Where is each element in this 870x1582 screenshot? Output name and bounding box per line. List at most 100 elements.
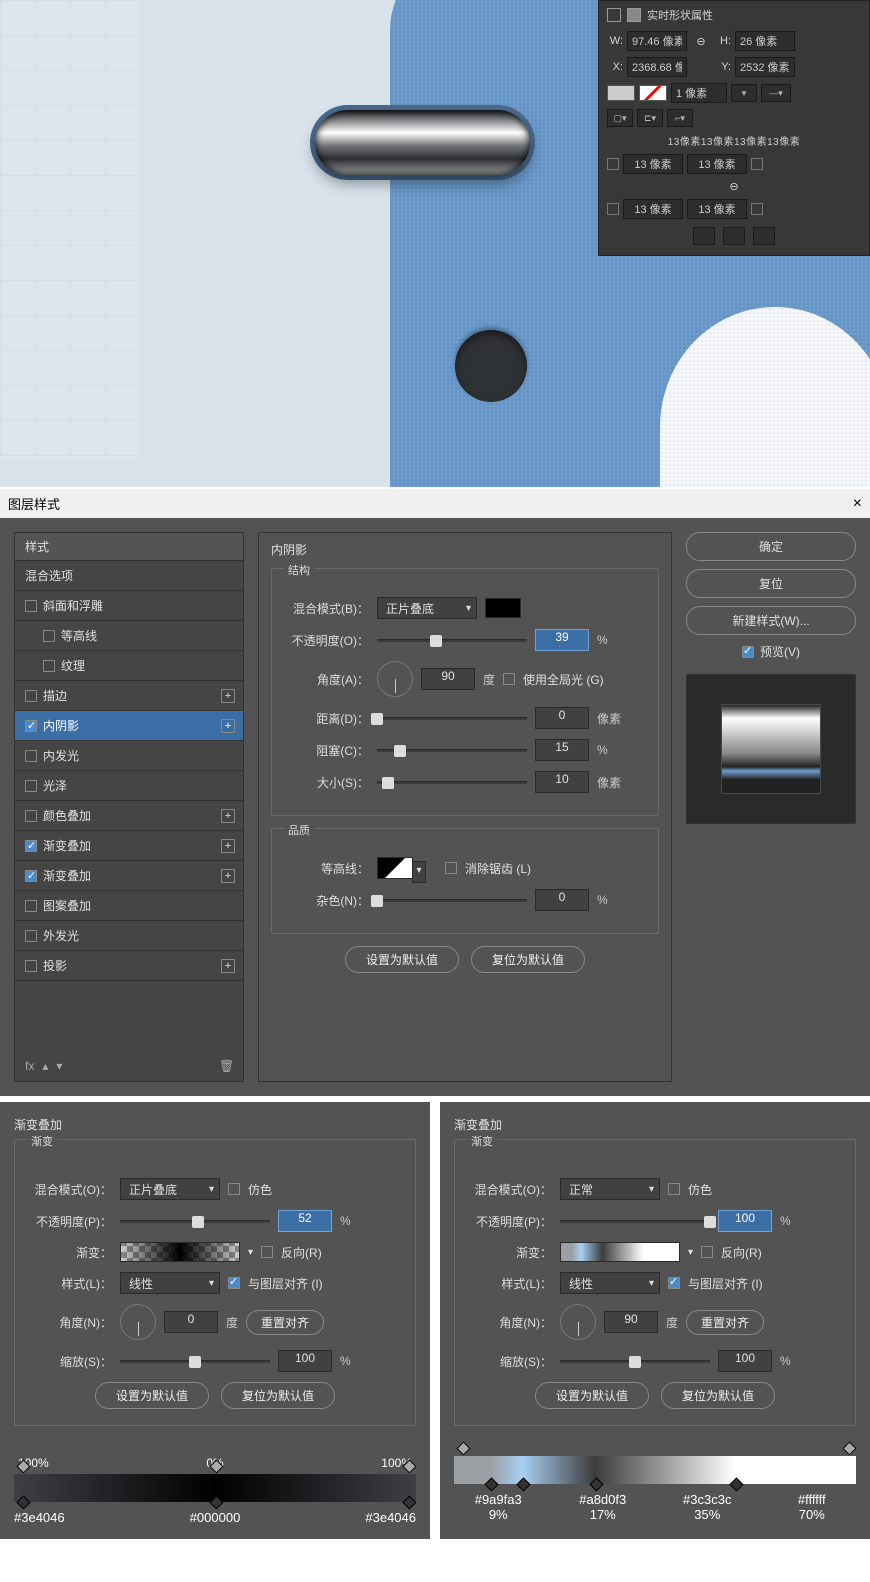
- width-input[interactable]: [627, 31, 687, 51]
- shadow-color-swatch[interactable]: [485, 598, 521, 618]
- corner-bl-check[interactable]: [607, 203, 619, 215]
- height-input[interactable]: [735, 31, 795, 51]
- global-light-check[interactable]: [503, 673, 515, 685]
- style-item-check[interactable]: [25, 840, 37, 852]
- reset-default-button[interactable]: 复位为默认值: [471, 946, 585, 973]
- grad2-opacity-slider[interactable]: [560, 1220, 710, 1223]
- choke-input[interactable]: 15: [535, 739, 589, 761]
- noise-slider[interactable]: [377, 899, 527, 902]
- angle-input[interactable]: 90: [421, 668, 475, 690]
- grad2-gradient-bar[interactable]: [454, 1456, 856, 1484]
- new-style-button[interactable]: 新建样式(W)...: [686, 606, 856, 635]
- size-input[interactable]: 10: [535, 771, 589, 793]
- style-item-check[interactable]: [25, 810, 37, 822]
- corner-br-check[interactable]: [751, 203, 763, 215]
- reset-button[interactable]: 复位: [686, 569, 856, 598]
- grad1-reset-default-button[interactable]: 复位为默认值: [221, 1382, 335, 1409]
- style-item-check[interactable]: [25, 900, 37, 912]
- add-effect-icon[interactable]: +: [221, 689, 235, 703]
- grad2-set-default-button[interactable]: 设置为默认值: [535, 1382, 649, 1409]
- grad2-scale-slider[interactable]: [560, 1360, 710, 1363]
- grad2-dither-check[interactable]: [668, 1183, 680, 1195]
- link-wh-icon[interactable]: ⊖: [691, 35, 711, 48]
- grad1-reverse-check[interactable]: [261, 1246, 273, 1258]
- align-dropdown[interactable]: ▢▾: [607, 109, 633, 127]
- grad1-blend-select[interactable]: 正片叠底: [120, 1178, 220, 1200]
- y-input[interactable]: [735, 57, 795, 77]
- add-effect-icon[interactable]: +: [221, 719, 235, 733]
- corner-tl-check[interactable]: [607, 158, 619, 170]
- link-corners-icon[interactable]: ⊖: [724, 180, 744, 193]
- contour-picker[interactable]: [377, 857, 413, 879]
- style-item-check[interactable]: [25, 780, 37, 792]
- style-item[interactable]: 渐变叠加+: [15, 831, 243, 861]
- set-default-button[interactable]: 设置为默认值: [345, 946, 459, 973]
- grad1-set-default-button[interactable]: 设置为默认值: [95, 1382, 209, 1409]
- style-item-check[interactable]: [25, 600, 37, 612]
- fx-label[interactable]: fx: [25, 1059, 34, 1073]
- grad2-scale-input[interactable]: 100: [718, 1350, 772, 1372]
- fill-swatch[interactable]: [607, 85, 635, 101]
- arrow-down-icon[interactable]: ▾: [56, 1059, 62, 1073]
- grad2-angle-input[interactable]: 90: [604, 1311, 658, 1333]
- grad2-align-check[interactable]: [668, 1277, 680, 1289]
- opacity-slider[interactable]: [377, 639, 527, 642]
- grad1-scale-input[interactable]: 100: [278, 1350, 332, 1372]
- opacity-input[interactable]: 39: [535, 629, 589, 651]
- add-effect-icon[interactable]: +: [221, 839, 235, 853]
- pathop-3-icon[interactable]: [753, 227, 775, 245]
- grad1-style-select[interactable]: 线性: [120, 1272, 220, 1294]
- style-item[interactable]: 图案叠加: [15, 891, 243, 921]
- corner-tr-input[interactable]: [687, 154, 747, 174]
- style-item-check[interactable]: [25, 720, 37, 732]
- style-item[interactable]: 纹理: [15, 651, 243, 681]
- grad1-scale-slider[interactable]: [120, 1360, 270, 1363]
- stroke-swatch[interactable]: [639, 85, 667, 101]
- style-item[interactable]: 混合选项: [15, 561, 243, 591]
- grad2-reset-align-button[interactable]: 重置对齐: [686, 1310, 764, 1335]
- style-item[interactable]: 内阴影+: [15, 711, 243, 741]
- antialias-check[interactable]: [445, 862, 457, 874]
- style-item[interactable]: 光泽: [15, 771, 243, 801]
- grad1-reset-align-button[interactable]: 重置对齐: [246, 1310, 324, 1335]
- x-input[interactable]: [627, 57, 687, 77]
- trash-icon[interactable]: 🗑: [219, 1059, 233, 1073]
- grad1-opacity-slider[interactable]: [120, 1220, 270, 1223]
- style-item-check[interactable]: [25, 750, 37, 762]
- size-slider[interactable]: [377, 781, 527, 784]
- grad1-gradient-picker[interactable]: [120, 1242, 240, 1262]
- corner-tr-check[interactable]: [751, 158, 763, 170]
- ok-button[interactable]: 确定: [686, 532, 856, 561]
- distance-slider[interactable]: [377, 717, 527, 720]
- style-item[interactable]: 等高线: [15, 621, 243, 651]
- stroke-style-dropdown[interactable]: —▾: [761, 84, 791, 102]
- grad1-angle-input[interactable]: 0: [164, 1311, 218, 1333]
- close-icon[interactable]: ×: [853, 495, 862, 513]
- styles-header[interactable]: 样式: [15, 533, 243, 561]
- grad2-opacity-input[interactable]: 100: [718, 1210, 772, 1232]
- grad2-gradient-picker[interactable]: [560, 1242, 680, 1262]
- arrow-up-icon[interactable]: ▴: [42, 1059, 48, 1073]
- grad1-opacity-input[interactable]: 52: [278, 1210, 332, 1232]
- noise-input[interactable]: 0: [535, 889, 589, 911]
- style-item-check[interactable]: [43, 630, 55, 642]
- grad2-blend-select[interactable]: 正常: [560, 1178, 660, 1200]
- angle-dial[interactable]: [377, 661, 413, 697]
- style-item[interactable]: 渐变叠加+: [15, 861, 243, 891]
- style-item[interactable]: 斜面和浮雕: [15, 591, 243, 621]
- style-item-check[interactable]: [25, 690, 37, 702]
- corner-bl-input[interactable]: [623, 199, 683, 219]
- grad1-angle-dial[interactable]: [120, 1304, 156, 1340]
- blend-mode-select[interactable]: 正片叠底: [377, 597, 477, 619]
- choke-slider[interactable]: [377, 749, 527, 752]
- style-item[interactable]: 内发光: [15, 741, 243, 771]
- cap-dropdown[interactable]: ⊏▾: [637, 109, 663, 127]
- pathop-1-icon[interactable]: [693, 227, 715, 245]
- pathop-2-icon[interactable]: [723, 227, 745, 245]
- distance-input[interactable]: 0: [535, 707, 589, 729]
- grad1-gradient-bar[interactable]: [14, 1474, 416, 1502]
- style-item-check[interactable]: [43, 660, 55, 672]
- style-item-check[interactable]: [25, 960, 37, 972]
- corner-br-input[interactable]: [687, 199, 747, 219]
- style-item[interactable]: 颜色叠加+: [15, 801, 243, 831]
